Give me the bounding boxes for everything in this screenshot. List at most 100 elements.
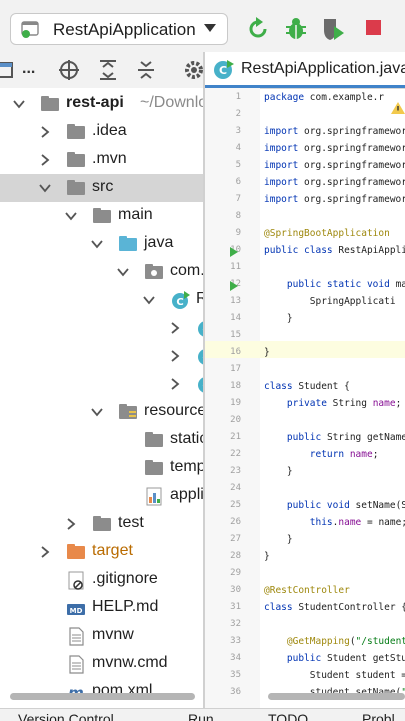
code-line[interactable]: class StudentController { [264, 602, 405, 613]
tree-item-label: com.exa [170, 262, 203, 279]
tree-item[interactable]: rest-api ~/Download [0, 90, 203, 118]
line-number: 18 [230, 381, 241, 391]
folder-orange-icon [67, 544, 85, 559]
line-number: 9 [235, 228, 241, 238]
tree-item[interactable]: target [0, 538, 203, 566]
code-line[interactable]: package com.example.r [264, 92, 384, 103]
chevron-right-icon[interactable] [168, 349, 182, 363]
code-line[interactable]: Student student = [264, 670, 405, 681]
code-line[interactable]: } [264, 534, 293, 545]
gear-icon[interactable] [183, 59, 205, 81]
line-number: 7 [235, 194, 241, 204]
line-number: 26 [230, 517, 241, 527]
chevron-down-icon[interactable] [64, 209, 78, 223]
tree-item[interactable]: src [0, 174, 203, 202]
tree-item-label: resources [144, 402, 203, 419]
tree-item[interactable]: C Rest [0, 286, 203, 314]
code-line[interactable]: import org.springframework [264, 194, 405, 205]
code-line[interactable]: } [264, 466, 293, 477]
code-line[interactable]: public Student getStud [264, 653, 405, 664]
chevron-right-icon[interactable] [38, 125, 52, 139]
tree-item[interactable]: .gitignore [0, 566, 203, 594]
tree-item[interactable]: test [0, 510, 203, 538]
run-gutter-icon[interactable] [229, 247, 239, 257]
line-number: 1 [235, 92, 241, 102]
chevron-down-icon[interactable] [90, 405, 104, 419]
code-line[interactable]: } [264, 347, 270, 358]
chevron-down-icon[interactable] [90, 237, 104, 251]
code-line[interactable]: return name; [264, 449, 379, 460]
tree-item[interactable]: mvnw.cmd [0, 650, 203, 678]
tree-item-label: applicat [170, 486, 203, 503]
collapse-all-icon[interactable] [135, 59, 157, 81]
tree-item[interactable]: applicat [0, 482, 203, 510]
tree-item-label: src [92, 178, 114, 195]
tree-item[interactable]: .idea [0, 118, 203, 146]
expand-all-icon[interactable] [97, 59, 119, 81]
code-line[interactable]: @RestController [264, 585, 350, 596]
tree-item[interactable]: resources [0, 398, 203, 426]
code-line[interactable]: @GetMapping("/student" [264, 636, 405, 647]
chevron-down-icon[interactable] [142, 293, 156, 307]
code-line[interactable]: SpringApplicati [264, 296, 396, 307]
code-line[interactable]: } [264, 551, 270, 562]
crosshair-locate-icon[interactable] [58, 59, 80, 81]
tree-item[interactable]: mvnw [0, 622, 203, 650]
tree-item[interactable]: CS [0, 370, 203, 398]
folder-icon [67, 180, 85, 195]
editor-horizontal-scrollbar[interactable] [268, 693, 405, 700]
debug-bug-icon[interactable] [283, 16, 309, 42]
code-line[interactable]: } [264, 313, 293, 324]
tree-item[interactable]: templat [0, 454, 203, 482]
code-line[interactable]: import org.springframework [264, 177, 405, 188]
stop-icon[interactable] [362, 16, 388, 42]
code-line[interactable]: @SpringBootApplication [264, 228, 390, 239]
code-line[interactable]: private String name; [264, 398, 401, 409]
warning-icon[interactable] [391, 101, 405, 115]
run-gutter-icon[interactable] [229, 281, 239, 291]
code-line[interactable]: public void setName(St [264, 500, 405, 511]
code-line[interactable]: import org.springframework [264, 126, 405, 137]
folder-blue-icon [119, 236, 137, 251]
run-configuration-selector[interactable]: RestApiApplication [10, 13, 228, 45]
chevron-right-icon[interactable] [64, 517, 78, 531]
svg-text:C: C [176, 297, 183, 308]
code-line[interactable]: class Student { [264, 381, 350, 392]
project-view-icon[interactable] [0, 59, 14, 81]
tree-item[interactable]: java [0, 230, 203, 258]
code-line[interactable]: public class RestApiApplic [264, 245, 405, 256]
chevron-down-icon[interactable] [116, 265, 130, 279]
svg-text:MD: MD [70, 607, 83, 615]
editor-tab-bar: C RestApiApplication.java [205, 52, 405, 89]
line-number: 29 [230, 568, 241, 578]
editor-tab-restapiapplication[interactable]: C RestApiApplication.java [205, 52, 405, 88]
chevron-down-icon[interactable] [38, 181, 52, 195]
code-line[interactable]: public String getName( [264, 432, 405, 443]
chevron-right-icon[interactable] [38, 153, 52, 167]
tree-item[interactable]: com.exa [0, 258, 203, 286]
line-number: 15 [230, 330, 241, 340]
code-line[interactable]: import org.springframework [264, 160, 405, 171]
tree-item[interactable]: MD HELP.md [0, 594, 203, 622]
chevron-right-icon[interactable] [168, 321, 182, 335]
chevron-down-icon[interactable] [12, 97, 26, 111]
tree-item[interactable]: static [0, 426, 203, 454]
tree-item[interactable]: .mvn [0, 146, 203, 174]
tree-horizontal-scrollbar[interactable] [10, 693, 195, 700]
code-line[interactable]: this.name = name; [264, 517, 405, 528]
code-line[interactable]: import org.springframework [264, 143, 405, 154]
tree-item[interactable]: main [0, 202, 203, 230]
tree-item[interactable]: CS [0, 342, 203, 370]
chevron-right-icon[interactable] [168, 377, 182, 391]
project-view-dropdown[interactable]: ... [22, 60, 35, 78]
code-line[interactable]: public static void mai [264, 279, 405, 290]
line-number: 30 [230, 585, 241, 595]
coverage-shield-icon[interactable] [320, 16, 346, 42]
tree-item[interactable]: mpom.xml [0, 678, 203, 706]
chevron-right-icon[interactable] [38, 545, 52, 559]
file-icon [69, 627, 84, 646]
package-icon [145, 264, 163, 279]
reload-icon[interactable] [245, 16, 271, 42]
tree-item[interactable]: CR [0, 314, 203, 342]
tree-item-label: target [92, 542, 133, 559]
